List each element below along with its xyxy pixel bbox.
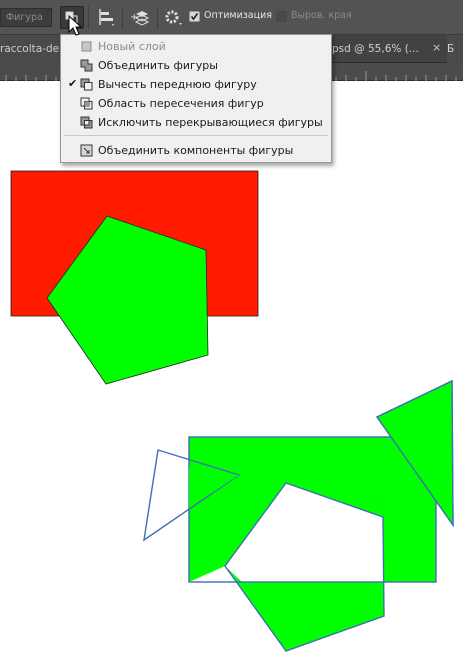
path-options-button[interactable]: [162, 6, 184, 29]
subtract-front-shape-icon: [80, 78, 93, 91]
mouse-pointer-icon: [68, 15, 83, 36]
path-alignment-button[interactable]: [95, 6, 117, 29]
menu-item-check: ✔: [68, 77, 78, 90]
toolbar-separator: [88, 6, 89, 29]
document-tab[interactable]: raccolta-dei: [0, 35, 66, 63]
path-arrangement-icon: +: [130, 11, 150, 26]
exclude-overlap-icon: [80, 116, 93, 129]
menu-separator: [64, 135, 328, 136]
canvas-artwork: [10, 170, 454, 652]
menu-item-exclude-overlap[interactable]: Исключить перекрывающиеся фигуры: [61, 113, 331, 132]
combine-shapes-icon: [80, 59, 93, 72]
menu-item-label: Вычесть переднюю фигуру: [98, 78, 257, 91]
menu-item-label: Объединить фигуры: [98, 59, 218, 72]
menu-item-intersect-shapes[interactable]: Область пересечения фигур: [61, 94, 331, 113]
document-canvas[interactable]: [0, 82, 463, 667]
toolbar-separator: [122, 6, 123, 29]
shape-mode-field[interactable]: Фигура: [0, 8, 52, 27]
menu-item-new-layer[interactable]: Новый слой: [61, 37, 331, 56]
new-layer-icon: [80, 40, 93, 53]
path-operations-menu: Новый слой Объединить фигуры ✔ Вычесть п…: [60, 34, 332, 163]
path-arrangement-button[interactable]: +: [128, 6, 154, 29]
optimization-checkbox[interactable]: [189, 11, 200, 22]
gear-icon: [165, 10, 182, 25]
menu-item-subtract-front-shape[interactable]: ✔ Вычесть переднюю фигуру: [61, 75, 331, 94]
document-tab-active[interactable]: 5.psd @ 55,6% (...: [322, 35, 430, 63]
menu-item-label: Объединить компоненты фигуры: [98, 144, 294, 157]
antialias-checkbox[interactable]: [276, 11, 287, 22]
path-alignment-icon: [99, 9, 114, 26]
green-compound-shape[interactable]: [189, 437, 436, 651]
antialias-label: Выров. края: [291, 10, 352, 21]
toolbar-separator: [157, 6, 158, 29]
intersect-shapes-icon: [80, 97, 93, 110]
document-tab[interactable]: Б: [447, 35, 463, 63]
menu-item-label: Исключить перекрывающиеся фигуры: [98, 116, 323, 129]
menu-item-merge-components[interactable]: Объединить компоненты фигуры: [61, 141, 331, 160]
close-tab-button[interactable]: ×: [432, 41, 441, 54]
menu-item-label: Новый слой: [98, 40, 166, 53]
menu-item-combine-shapes[interactable]: Объединить фигуры: [61, 56, 331, 75]
menu-item-label: Область пересечения фигур: [98, 97, 264, 110]
checkmark-icon: [190, 13, 199, 21]
optimization-label: Оптимизация: [204, 10, 272, 21]
merge-components-icon: [80, 144, 93, 157]
